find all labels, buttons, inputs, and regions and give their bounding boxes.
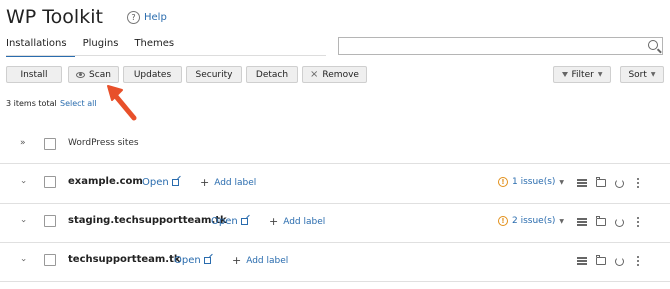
chevron-down-icon: ▼ [650,71,656,78]
security-button[interactable]: Security [186,66,242,83]
issues-badge[interactable]: ! 2 issue(s) ▼ [498,216,564,226]
list-icon[interactable] [577,218,587,226]
page-title: WP Toolkit [6,6,103,28]
select-all-checkbox[interactable] [44,138,56,150]
detach-button-label: Detach [255,69,289,80]
scan-button-label: Scan [89,69,111,80]
search-input[interactable] [338,37,663,55]
add-label-text: Add label [283,216,326,227]
external-link-icon [203,257,211,264]
chevron-down-icon: ▼ [559,217,565,225]
external-link-icon [171,179,179,186]
sort-button[interactable]: Sort ▼ [620,66,664,83]
tabs-divider [6,55,326,56]
annotation-arrow-icon [107,85,137,121]
remove-button[interactable]: × Remove [302,66,367,83]
folder-icon[interactable] [596,177,606,187]
items-total-text: 3 items total [6,99,57,108]
table-row: › example.com Open + Add label ! 1 issue… [0,164,670,204]
filter-button[interactable]: Filter ▼ [553,66,611,83]
add-label-button[interactable]: + Add label [269,216,325,227]
open-link[interactable]: Open [142,177,179,188]
install-button-label: Install [20,69,48,80]
plus-icon: + [269,215,279,228]
updates-button[interactable]: Updates [123,66,182,83]
warning-icon: ! [498,216,508,226]
chevron-down-icon: ▼ [559,178,565,186]
filter-icon [561,72,568,77]
list-icon[interactable] [577,179,587,187]
more-options-icon[interactable] [637,256,639,266]
column-header: WordPress sites [68,138,139,148]
refresh-icon[interactable] [615,178,624,188]
search-icon[interactable] [648,40,658,50]
filter-button-label: Filter [571,69,594,80]
issues-text: 1 issue(s) [512,177,556,187]
close-icon: × [310,68,319,80]
row-checkbox[interactable] [44,254,56,266]
table-header: » WordPress sites [0,129,670,164]
security-button-label: Security [195,69,233,80]
refresh-icon[interactable] [615,217,624,227]
row-checkbox[interactable] [44,176,56,188]
help-icon: ? [127,11,140,24]
site-name[interactable]: staging.techsupportteam.tk [68,215,227,226]
plus-icon: + [232,254,242,267]
row-actions [577,255,639,266]
add-label-text: Add label [246,255,289,266]
site-name[interactable]: example.com [68,176,143,187]
remove-button-label: Remove [322,69,359,80]
plus-icon: + [200,176,210,189]
open-link-label: Open [211,216,238,227]
chevron-down-icon: ▼ [597,71,603,78]
refresh-icon[interactable] [615,256,624,266]
more-options-icon[interactable] [637,178,639,188]
help-link[interactable]: ? Help [127,11,167,24]
updates-button-label: Updates [133,69,172,80]
open-link-label: Open [142,177,169,188]
add-label-button[interactable]: + Add label [200,177,256,188]
scan-button[interactable]: Scan [68,66,119,83]
open-link[interactable]: Open [174,255,211,266]
chevron-down-icon[interactable]: › [18,219,28,223]
open-link-label: Open [174,255,201,266]
install-button[interactable]: Install [6,66,62,83]
row-checkbox[interactable] [44,215,56,227]
folder-icon[interactable] [596,216,606,226]
add-label-button[interactable]: + Add label [232,255,288,266]
site-name[interactable]: techsupportteam.tk [68,254,181,265]
row-actions [577,216,639,227]
row-actions [577,177,639,188]
add-label-text: Add label [214,177,257,188]
chevron-down-icon[interactable]: › [18,258,28,262]
table-row: › staging.techsupportteam.tk Open + Add … [0,203,670,243]
chevron-down-icon[interactable]: › [18,180,28,184]
collapse-all-icon[interactable]: » [20,138,26,148]
list-icon[interactable] [577,257,587,265]
open-link[interactable]: Open [211,216,248,227]
folder-icon[interactable] [596,255,606,265]
issues-text: 2 issue(s) [512,216,556,226]
issues-badge[interactable]: ! 1 issue(s) ▼ [498,177,564,187]
external-link-icon [240,218,248,225]
warning-icon: ! [498,177,508,187]
more-options-icon[interactable] [637,217,639,227]
table-row: › techsupportteam.tk Open + Add label [0,242,670,282]
sort-button-label: Sort [628,69,647,80]
eye-icon [76,71,86,78]
detach-button[interactable]: Detach [246,66,298,83]
select-all-link[interactable]: Select all [60,99,97,108]
help-label: Help [144,12,167,23]
